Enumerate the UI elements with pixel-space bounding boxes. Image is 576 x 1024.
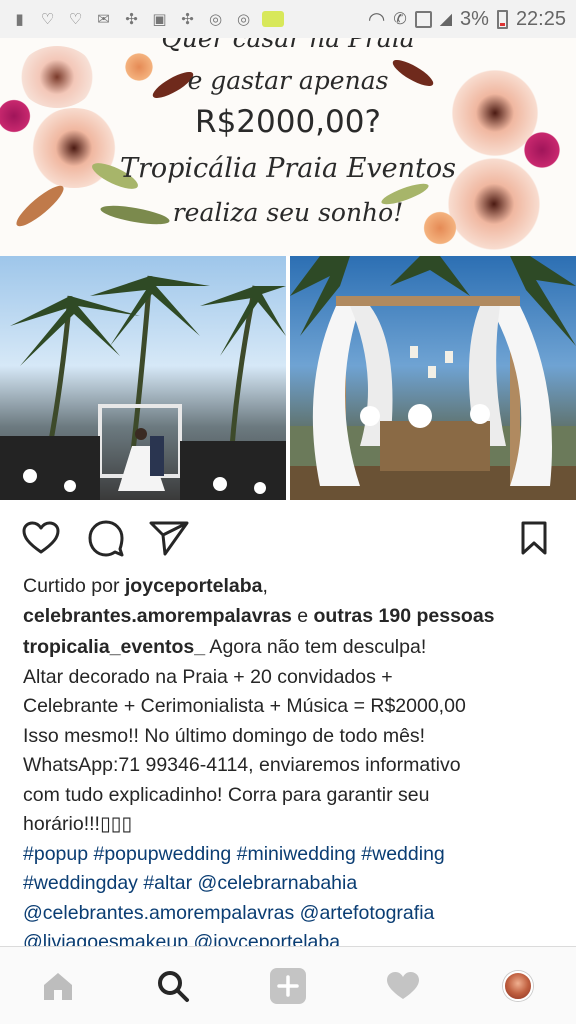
caption-line: horário!!!▯▯▯ [23,813,133,835]
signal-icon: ◢ [439,11,453,28]
liked-user-link[interactable]: joyceportelaba [125,575,263,597]
instagram-icon: ◎ [208,11,223,28]
likes-line-2: celebrantes.amorempalavras e outras 190 … [23,602,563,632]
caption-line: Isso mesmo!! No último domingo de todo m… [23,724,426,747]
save-button[interactable] [514,518,554,558]
hashtag-line[interactable]: #popup #popupwedding #miniwedding #weddi… [23,840,563,870]
banner-line4: Tropicália Praia Eventos [119,153,457,184]
puzzle-icon: ✣ [125,11,138,28]
comment-button[interactable] [86,518,126,558]
caption-line: com tudo explicadinho! Corra para garant… [23,783,430,806]
hashtag-line[interactable]: @celebrantes.amorempalavras @artefotogra… [23,899,563,929]
avatar [503,970,534,1001]
whatsapp-icon [262,11,284,27]
status-bar: ▮ ♡ ♡ ✉ ✣ ▣ ✣ ◎ ◎ ◠ ✆ ◢ 3% 22:25 [0,0,576,38]
nav-home-button[interactable] [34,962,82,1010]
likes-line: Curtido por joyceportelaba, [23,572,563,602]
banner-image: Quer casar na Praia e gastar apenas R$20… [0,38,576,256]
beach-altar-illustration [290,256,576,500]
comment-icon [88,520,124,557]
liked-user-link[interactable]: celebrantes.amorempalavras [23,605,292,627]
beach-ceremony-photo [0,256,286,500]
battery-percent: 3% [460,7,489,30]
bookmark-icon [521,521,547,555]
banner-line2: e gastar apenas [187,66,389,95]
nav-activity-button[interactable] [379,962,427,1010]
heart-outline-icon: ♡ [68,11,83,28]
liked-and-label: e [291,604,314,627]
post-caption: Curtido por joyceportelaba, celebrantes.… [23,572,563,958]
mail-icon: ✉ [97,11,110,28]
notification-icon: ▮ [15,11,24,28]
liked-others-link[interactable]: outras 190 pessoas [314,605,495,627]
like-button[interactable] [21,518,61,558]
post-image[interactable]: Quer casar na Praia e gastar apenas R$20… [0,38,576,500]
author-link[interactable]: tropicalia_eventos_ [23,636,205,658]
add-post-icon [269,967,306,1004]
nav-new-post-button[interactable] [264,962,312,1010]
notification-icons: ▮ ♡ ♡ ✉ ✣ ▣ ✣ ◎ ◎ [10,10,284,29]
bottom-navigation [0,946,576,1024]
post-actions [0,510,576,564]
nav-search-button[interactable] [149,962,197,1010]
clock: 22:25 [515,7,566,30]
heart-icon [387,971,420,999]
heart-icon [22,521,60,554]
hashtag-line[interactable]: #weddingday #altar @celebrarnabahia [23,869,563,899]
paper-plane-icon [149,521,189,556]
caption-line: tropicalia_eventos_ Agora não tem descul… [23,633,563,663]
caption-line: Celebrante + Cerimonialista + Música = R… [23,695,466,717]
liked-by-label: Curtido por [23,575,125,597]
search-icon [157,970,189,1002]
instagram-icon: ◎ [236,11,251,28]
puzzle-icon: ✣ [181,11,194,28]
beach-altar-photo [290,256,576,500]
banner-line5: realiza seu sonho! [172,198,404,227]
battery-icon [496,9,508,29]
signal-box-icon [414,10,432,28]
home-icon [43,972,72,1000]
caption-line: Altar decorado na Praia + 20 convidados … [23,665,393,688]
image-icon: ▣ [152,11,167,28]
heart-outline-icon: ♡ [40,11,55,28]
nav-profile-button[interactable] [494,962,542,1010]
share-button[interactable] [149,518,189,558]
liked-separator: , [262,575,268,597]
caption-line: WhatsApp:71 99346-4114, enviaremos infor… [23,754,461,776]
caption-text: Agora não tem desculpa! [205,636,427,658]
beach-ceremony-illustration [0,275,286,500]
phone-icon: ✆ [393,11,407,28]
wifi-icon: ◠ [367,8,386,31]
banner-line1: Quer casar na Praia [161,38,415,53]
banner-line3: R$2000,00? [195,104,381,140]
